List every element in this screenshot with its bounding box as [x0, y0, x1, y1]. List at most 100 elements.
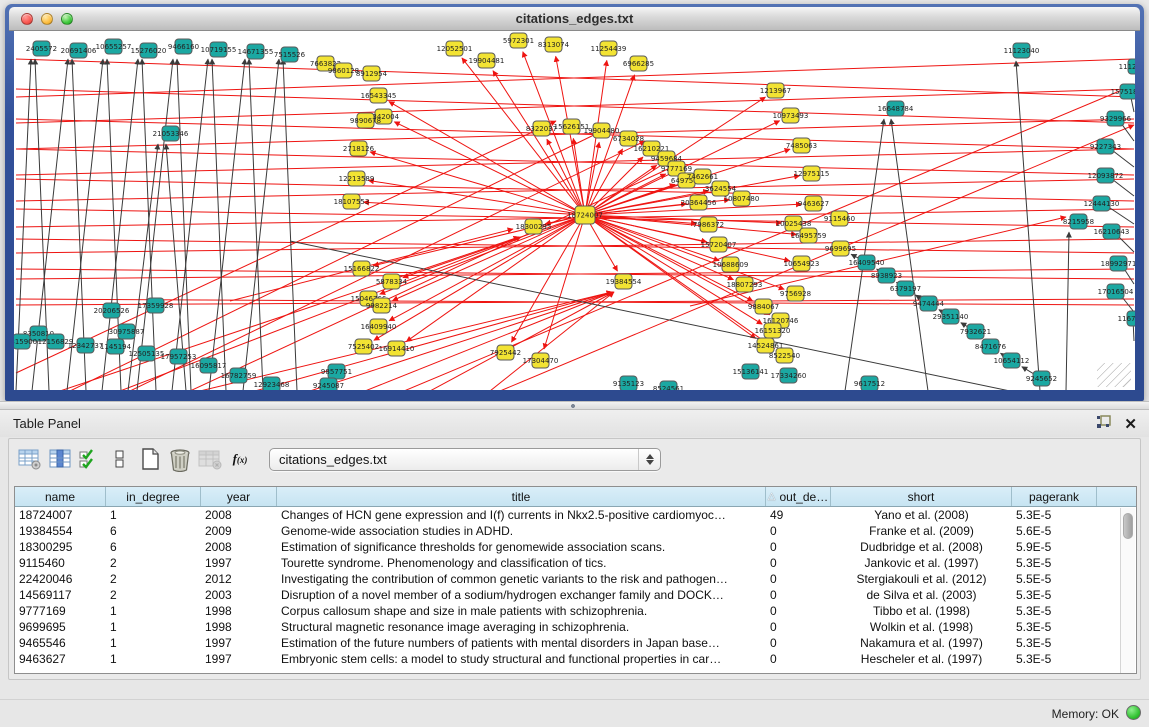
- cell-in_degree[interactable]: 2: [106, 587, 201, 603]
- show-columns-button[interactable]: [45, 444, 75, 474]
- graph-node[interactable]: 10654923: [784, 256, 820, 271]
- graph-node[interactable]: 11123040: [1004, 43, 1040, 58]
- cell-in_degree[interactable]: 2: [106, 571, 201, 587]
- cell-year[interactable]: 2009: [201, 523, 277, 539]
- graph-node[interactable]: 9245652: [1026, 371, 1057, 386]
- graph-node[interactable]: 11123041: [1119, 59, 1135, 74]
- scrollbar-thumb[interactable]: [1123, 513, 1133, 539]
- graph-node[interactable]: 12444130: [1084, 196, 1120, 211]
- split-divider[interactable]: [0, 401, 1149, 410]
- graph-node[interactable]: 10654112: [994, 353, 1030, 368]
- cell-pagerank[interactable]: 5.3E-5: [1012, 555, 1097, 571]
- new-document-button[interactable]: [135, 444, 165, 474]
- graph-node[interactable]: 20364456: [681, 195, 717, 210]
- cell-title[interactable]: Estimation of the future numbers of pati…: [277, 635, 766, 651]
- table-row[interactable]: 1872400712008Changes of HCN gene express…: [15, 507, 1136, 523]
- cell-short[interactable]: Yano et al. (2008): [831, 507, 1012, 523]
- cell-short[interactable]: Tibbo et al. (1998): [831, 603, 1012, 619]
- cell-in_degree[interactable]: 1: [106, 603, 201, 619]
- graph-node[interactable]: 12093872: [1088, 168, 1124, 183]
- cell-pagerank[interactable]: 5.5E-5: [1012, 571, 1097, 587]
- graph-node[interactable]: 19384554: [606, 274, 642, 289]
- cell-title[interactable]: Embryonic stem cells: a model to study s…: [277, 651, 766, 667]
- graph-node[interactable]: 16914410: [379, 341, 415, 356]
- resize-handle[interactable]: [1097, 363, 1131, 387]
- graph-node[interactable]: 11254439: [591, 41, 627, 56]
- cell-out_degree[interactable]: 0: [766, 539, 831, 555]
- graph-node[interactable]: 15166822: [344, 261, 380, 276]
- cell-in_degree[interactable]: 1: [106, 619, 201, 635]
- graph-node[interactable]: 8313074: [538, 37, 570, 52]
- graph-node[interactable]: 18300295: [516, 219, 552, 234]
- cell-title[interactable]: Structural magnetic resonance image aver…: [277, 619, 766, 635]
- graph-node[interactable]: 18107553: [334, 194, 370, 209]
- cell-out_degree[interactable]: 0: [766, 587, 831, 603]
- cell-out_degree[interactable]: 0: [766, 603, 831, 619]
- cell-in_degree[interactable]: 1: [106, 507, 201, 523]
- network-window[interactable]: citations_edges.txt 18724007183002951938…: [5, 4, 1144, 401]
- float-panel-icon[interactable]: [1096, 415, 1111, 434]
- cell-short[interactable]: Jankovic et al. (1997): [831, 555, 1012, 571]
- cell-name[interactable]: 18300295: [15, 539, 106, 555]
- column-header-in_degree[interactable]: in_degree: [106, 487, 201, 506]
- cell-name[interactable]: 19384554: [15, 523, 106, 539]
- graph-node[interactable]: 2405572: [26, 41, 57, 56]
- delete-table-button-disabled[interactable]: [195, 444, 225, 474]
- cell-pagerank[interactable]: 5.3E-5: [1012, 587, 1097, 603]
- table-row[interactable]: 911546021997Tourette syndrome. Phenomeno…: [15, 555, 1136, 571]
- graph-node[interactable]: 9857751: [321, 364, 352, 379]
- graph-node[interactable]: 16409540: [849, 255, 885, 270]
- graph-node[interactable]: 15720407: [701, 237, 737, 252]
- graph-node[interactable]: 7525402: [348, 339, 379, 354]
- graph-node[interactable]: 8471676: [975, 339, 1007, 354]
- cell-out_degree[interactable]: 0: [766, 571, 831, 587]
- cell-pagerank[interactable]: 5.3E-5: [1012, 603, 1097, 619]
- column-header-title[interactable]: title: [277, 487, 766, 506]
- graph-node[interactable]: 15276020: [131, 43, 167, 58]
- graph-node[interactable]: 8938923: [871, 268, 902, 283]
- cell-short[interactable]: Wolkin et al. (1998): [831, 619, 1012, 635]
- column-header-pagerank[interactable]: pagerank: [1012, 487, 1097, 506]
- select-rows-button[interactable]: [75, 444, 105, 474]
- graph-node[interactable]: 5972301: [503, 33, 534, 48]
- cell-year[interactable]: 2008: [201, 539, 277, 555]
- cell-year[interactable]: 1997: [201, 555, 277, 571]
- function-builder-button[interactable]: f(x): [225, 444, 255, 474]
- cell-name[interactable]: 9465546: [15, 635, 106, 651]
- graph-node[interactable]: 12505135: [129, 346, 165, 361]
- table-row[interactable]: 1830029562008Estimation of significance …: [15, 539, 1136, 555]
- cell-name[interactable]: 9463627: [15, 651, 106, 667]
- cell-name[interactable]: 9777169: [15, 603, 106, 619]
- network-window-titlebar[interactable]: citations_edges.txt: [9, 7, 1140, 31]
- table-settings-button[interactable]: [15, 444, 45, 474]
- cell-pagerank[interactable]: 5.3E-5: [1012, 507, 1097, 523]
- cell-year[interactable]: 2003: [201, 587, 277, 603]
- graph-node[interactable]: 12923468: [254, 377, 290, 390]
- graph-node[interactable]: 9463627: [798, 196, 829, 211]
- graph-node[interactable]: 9474444: [913, 296, 945, 311]
- cell-out_degree[interactable]: 0: [766, 523, 831, 539]
- graph-node[interactable]: 15136141: [733, 364, 769, 379]
- cell-title[interactable]: Corpus callosum shape and size in male p…: [277, 603, 766, 619]
- close-panel-icon[interactable]: ✕: [1124, 417, 1137, 432]
- cell-name[interactable]: 22420046: [15, 571, 106, 587]
- network-canvas[interactable]: 1872400718300295193845548322037156261511…: [14, 31, 1135, 390]
- graph-node[interactable]: 9466160: [168, 39, 199, 54]
- graph-node[interactable]: 6379197: [890, 281, 921, 296]
- graph-node[interactable]: 16648784: [878, 101, 914, 116]
- graph-node[interactable]: 17304470: [523, 353, 559, 368]
- graph-node[interactable]: 21053346: [153, 126, 189, 141]
- citation-network-graph[interactable]: 1872400718300295193845548322037156261511…: [14, 31, 1135, 390]
- graph-node[interactable]: 17334260: [771, 368, 807, 383]
- cell-in_degree[interactable]: 6: [106, 523, 201, 539]
- cell-short[interactable]: de Silva et al. (2003): [831, 587, 1012, 603]
- cell-out_degree[interactable]: 0: [766, 651, 831, 667]
- cell-title[interactable]: Estimation of significance thresholds fo…: [277, 539, 766, 555]
- cell-short[interactable]: Dudbridge et al. (2008): [831, 539, 1012, 555]
- column-header-name[interactable]: name: [15, 487, 106, 506]
- cell-short[interactable]: Nakamura et al. (1997): [831, 635, 1012, 651]
- graph-node[interactable]: 1145194: [100, 339, 132, 354]
- graph-node[interactable]: 2718126: [343, 141, 375, 156]
- row-height-button[interactable]: [105, 444, 135, 474]
- divider-grip-icon[interactable]: [567, 403, 579, 409]
